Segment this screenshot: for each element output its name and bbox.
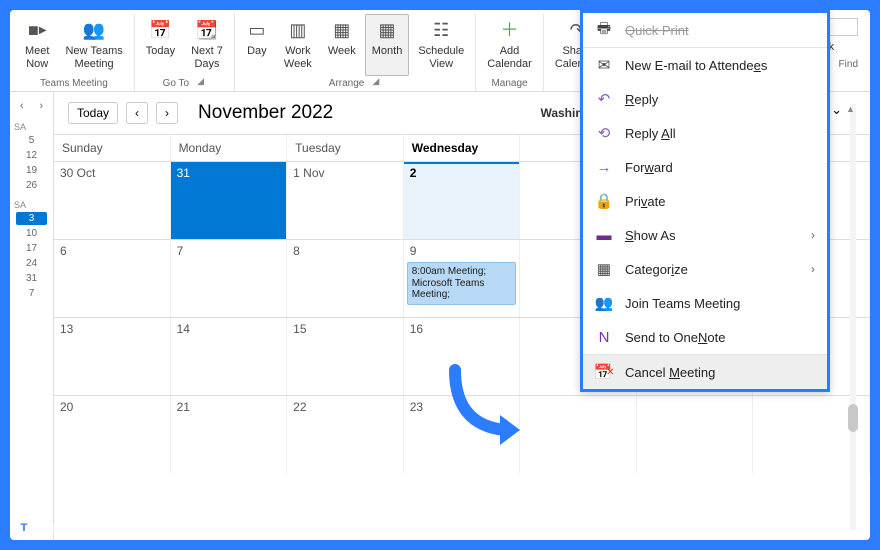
today-nav-button[interactable]: Today bbox=[68, 102, 118, 124]
menu-categorize[interactable]: ▦Categorize› bbox=[583, 252, 827, 286]
calendar-event[interactable]: 8:00am Meeting; Microsoft Teams Meeting; bbox=[407, 262, 517, 305]
day-cell[interactable]: 21 bbox=[171, 396, 288, 473]
teams-icon: 👥 bbox=[83, 19, 105, 43]
calendar-7-icon: 📆 bbox=[196, 19, 218, 43]
categories-icon: ▦ bbox=[595, 260, 613, 278]
day-cell[interactable]: 20 bbox=[54, 396, 171, 473]
new-teams-meeting-button[interactable]: 👥New TeamsMeeting bbox=[58, 14, 129, 76]
mini-prev-button[interactable]: ‹ bbox=[20, 100, 24, 112]
menu-join-teams[interactable]: 👥Join Teams Meeting bbox=[583, 286, 827, 320]
next-7-days-button[interactable]: 📆Next 7Days bbox=[184, 14, 230, 76]
annotation-arrow bbox=[445, 360, 535, 455]
menu-quick-print[interactable]: 🖶Quick Print bbox=[583, 13, 827, 48]
cancel-meeting-icon: 📅✕ bbox=[595, 363, 613, 381]
lock-icon: 🔒 bbox=[595, 192, 613, 210]
group-label: Manage bbox=[491, 76, 527, 91]
reply-all-icon: ⟲ bbox=[595, 124, 613, 142]
day-cell[interactable]: 98:00am Meeting; Microsoft Teams Meeting… bbox=[404, 240, 521, 317]
scrollbar[interactable]: ▲ bbox=[846, 104, 860, 530]
day-cell[interactable]: 30 Oct bbox=[54, 162, 171, 239]
forward-icon: → bbox=[595, 158, 613, 176]
day-cell[interactable]: 13 bbox=[54, 318, 171, 395]
work-week-icon: ▥ bbox=[289, 19, 306, 43]
month-view-button[interactable]: ▦Month bbox=[365, 14, 410, 76]
today-button[interactable]: 📅Today bbox=[139, 14, 182, 76]
context-menu: 🖶Quick Print ✉New E-mail to Attendees ↶R… bbox=[580, 10, 830, 392]
week-icon: ▦ bbox=[333, 19, 350, 43]
mini-day-label: SA bbox=[10, 192, 53, 212]
submenu-arrow-icon: › bbox=[811, 262, 815, 276]
mail-icon: ✉ bbox=[595, 56, 613, 74]
mini-days: 5 12 19 26 bbox=[10, 134, 53, 192]
week-view-button[interactable]: ▦Week bbox=[321, 14, 363, 76]
day-cell[interactable]: 14 bbox=[171, 318, 288, 395]
day-cell[interactable] bbox=[637, 396, 754, 473]
day-view-button[interactable]: ▭Day bbox=[239, 14, 275, 76]
menu-private[interactable]: 🔒Private bbox=[583, 184, 827, 218]
day-cell[interactable]: 15 bbox=[287, 318, 404, 395]
prev-month-button[interactable]: ‹ bbox=[126, 102, 148, 124]
scroll-up-icon[interactable]: ▲ bbox=[846, 104, 855, 114]
next-month-button[interactable]: › bbox=[156, 102, 178, 124]
video-icon: ■▶ bbox=[28, 19, 47, 43]
plus-icon: ＋ bbox=[501, 19, 519, 43]
menu-show-as[interactable]: ▬Show As› bbox=[583, 218, 827, 252]
logo-icon: T bbox=[16, 520, 32, 536]
day-cell[interactable]: 1 Nov bbox=[287, 162, 404, 239]
mini-calendar: ‹ › SA 5 12 19 26 SA 3 10 17 24 31 7 bbox=[10, 92, 54, 540]
mini-days: 3 10 17 24 31 7 bbox=[10, 212, 53, 300]
work-week-view-button[interactable]: ▥WorkWeek bbox=[277, 14, 319, 76]
menu-forward[interactable]: →Forward bbox=[583, 150, 827, 184]
mini-day-label: SA bbox=[10, 114, 53, 134]
day-cell[interactable]: 22 bbox=[287, 396, 404, 473]
dialog-launcher-icon[interactable]: ◢ bbox=[370, 76, 381, 91]
teams-icon: 👥 bbox=[595, 294, 613, 312]
add-calendar-button[interactable]: ＋AddCalendar bbox=[480, 14, 539, 76]
chevron-down-icon: ⌄ bbox=[831, 102, 842, 118]
menu-new-email[interactable]: ✉New E-mail to Attendees bbox=[583, 48, 827, 82]
onenote-icon: N bbox=[595, 328, 613, 346]
month-icon: ▦ bbox=[379, 19, 396, 43]
schedule-view-button[interactable]: ☷ScheduleView bbox=[411, 14, 471, 76]
group-label: Go To bbox=[163, 76, 190, 91]
submenu-arrow-icon: › bbox=[811, 228, 815, 242]
menu-reply-all[interactable]: ⟲Reply All bbox=[583, 116, 827, 150]
group-label: Arrange bbox=[329, 76, 365, 91]
day-cell[interactable]: 8 bbox=[287, 240, 404, 317]
day-cell[interactable]: 2 bbox=[404, 162, 521, 239]
day-cell[interactable]: 7 bbox=[171, 240, 288, 317]
dialog-launcher-icon[interactable]: ◢ bbox=[195, 76, 206, 91]
menu-onenote[interactable]: NSend to OneNote bbox=[583, 320, 827, 354]
day-cell[interactable]: 31 bbox=[171, 162, 288, 239]
schedule-icon: ☷ bbox=[433, 19, 449, 43]
group-label: Teams Meeting bbox=[40, 76, 108, 91]
busy-icon: ▬ bbox=[595, 226, 613, 244]
day-icon: ▭ bbox=[248, 19, 265, 43]
day-cell[interactable] bbox=[520, 396, 637, 473]
day-cell[interactable]: 6 bbox=[54, 240, 171, 317]
reply-icon: ↶ bbox=[595, 90, 613, 108]
watermark: T TEMPLATE.NET bbox=[16, 520, 139, 536]
menu-reply[interactable]: ↶Reply bbox=[583, 82, 827, 116]
meet-now-button[interactable]: ■▶MeetNow bbox=[18, 14, 56, 76]
scroll-thumb[interactable] bbox=[848, 404, 858, 432]
printer-icon: 🖶 bbox=[595, 21, 613, 39]
menu-cancel-meeting[interactable]: 📅✕Cancel Meeting bbox=[583, 354, 827, 389]
calendar-today-icon: 📅 bbox=[149, 19, 171, 43]
mini-next-button[interactable]: › bbox=[39, 100, 43, 112]
month-title: November 2022 bbox=[198, 102, 333, 124]
